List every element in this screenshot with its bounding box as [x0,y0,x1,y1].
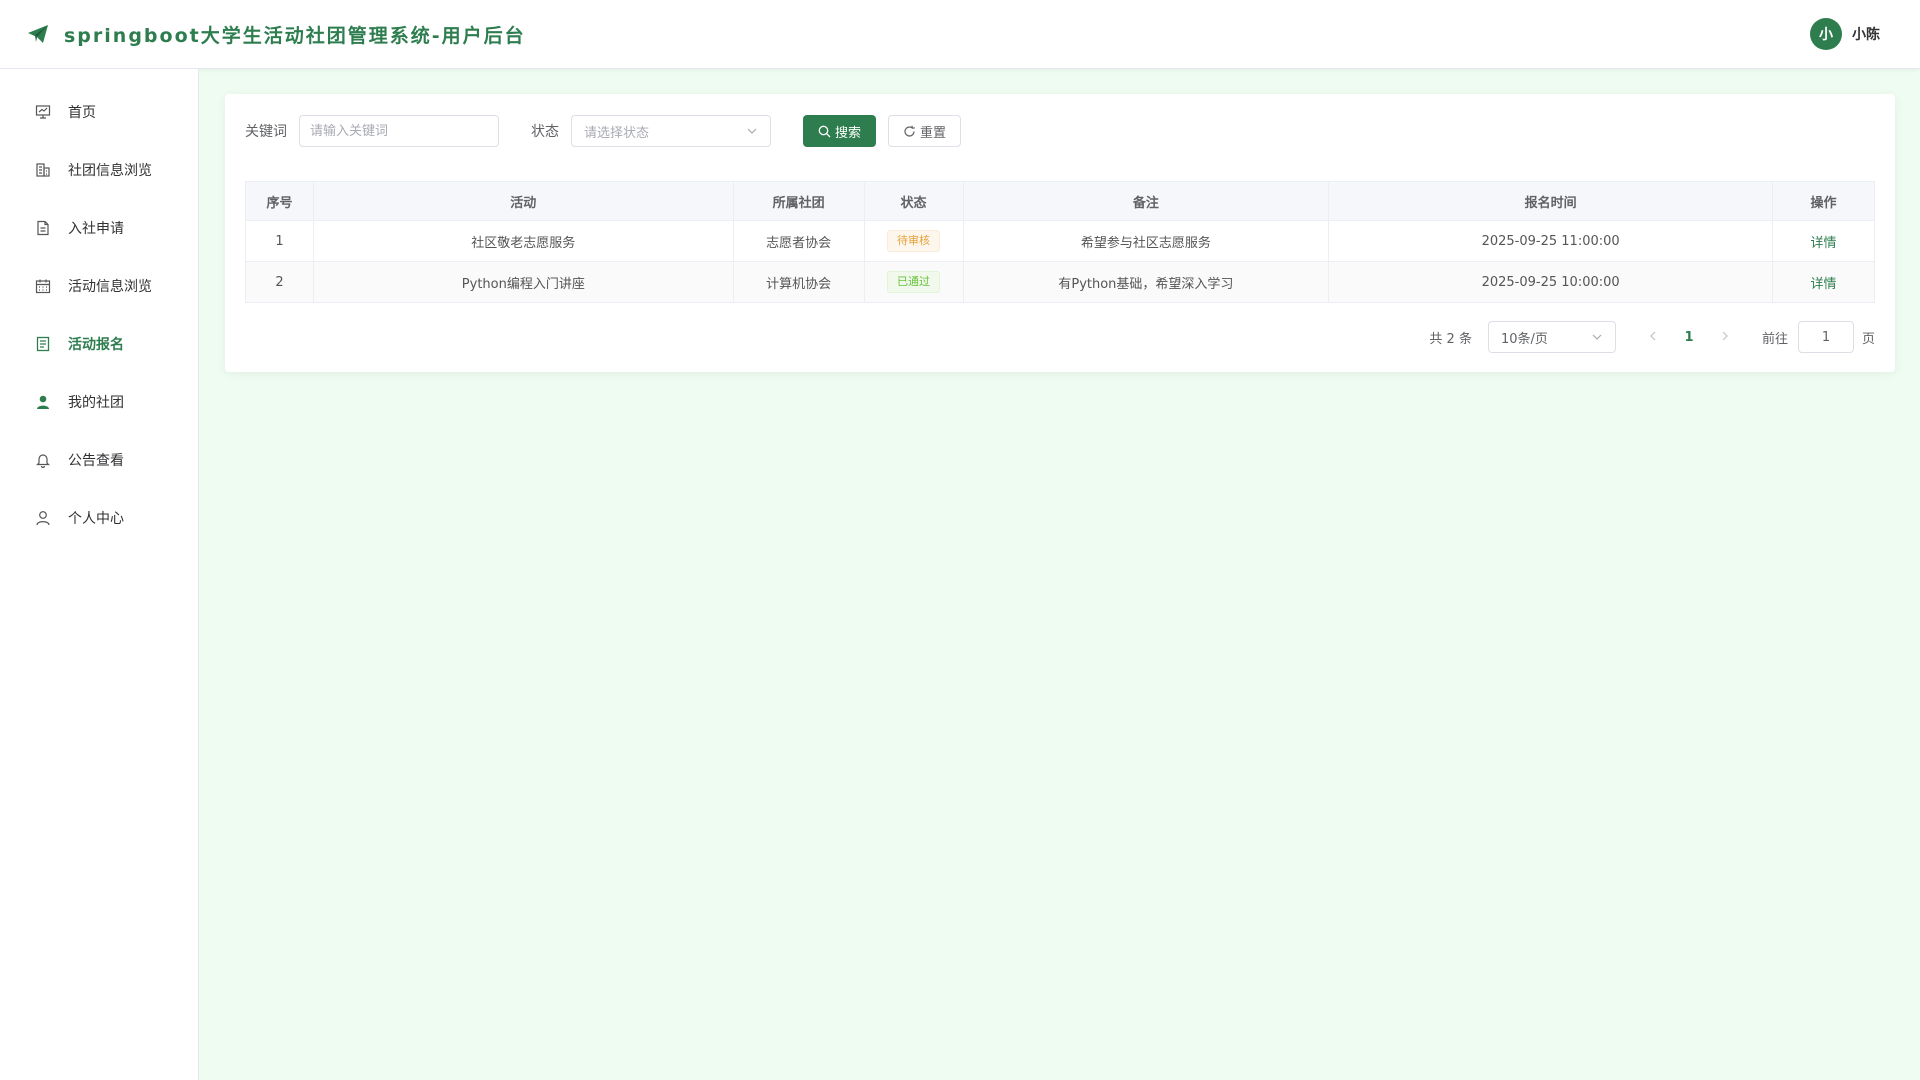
sidebar-item-label: 个人中心 [68,511,124,527]
sidebar-item-label: 活动信息浏览 [68,279,152,295]
cell-activity: Python编程入门讲座 [312,261,734,303]
cell-club: 志愿者协会 [732,220,865,262]
keyword-input[interactable] [299,115,499,147]
cell-action: 详情 [1772,220,1875,262]
bell-icon [34,451,52,469]
detail-link[interactable]: 详情 [1810,236,1836,251]
status-select-placeholder: 请选择状态 [584,125,650,141]
sidebar-item-label: 社团信息浏览 [68,163,152,179]
sidebar-item-home[interactable]: 首页 [0,83,198,141]
search-button-label: 搜索 [835,125,862,141]
column-header: 活动 [312,181,734,221]
cell-action: 详情 [1772,261,1875,303]
user-menu[interactable]: 小 小陈 [1810,18,1880,50]
building-icon [34,161,52,179]
detail-link[interactable]: 详情 [1810,277,1836,292]
table-header-row: 序号 活动 所属社团 状态 备注 报名时间 操作 [245,181,1875,221]
chevron-down-icon [747,128,757,134]
sidebar-item-join-apply[interactable]: 入社申请 [0,199,198,257]
cell-time: 2025-09-25 11:00:00 [1328,220,1773,262]
reset-button[interactable]: 重置 [888,115,962,147]
column-header: 状态 [863,181,964,221]
search-button[interactable]: 搜索 [803,115,877,147]
cell-time: 2025-09-25 10:00:00 [1328,261,1773,303]
table-row: 1 社区敬老志愿服务 志愿者协会 待审核 希望参与社区志愿服务 2025-09-… [245,220,1875,262]
sidebar-item-label: 首页 [68,105,96,121]
reset-button-label: 重置 [920,125,947,141]
sidebar-item-profile[interactable]: 个人中心 [0,489,198,547]
main-card: 关键词 状态 请选择状态 搜索 重置 序号 活动 所属社团 状态 备注 [225,94,1895,372]
cell-status: 待审核 [863,220,964,262]
search-icon [818,125,831,137]
sidebar-item-label: 公告查看 [68,453,124,469]
search-bar: 关键词 状态 请选择状态 搜索 重置 [245,115,962,147]
next-page-button[interactable] [1712,330,1738,345]
sidebar-item-activity-signup[interactable]: 活动报名 [0,315,198,373]
sidebar-item-my-clubs[interactable]: 我的社团 [0,373,198,431]
sidebar-item-club-browse[interactable]: 社团信息浏览 [0,141,198,199]
sidebar-item-notices[interactable]: 公告查看 [0,431,198,489]
column-header: 所属社团 [732,181,865,221]
user-name[interactable]: 小陈 [1852,24,1880,44]
page-suffix: 页 [1861,331,1875,347]
cell-index: 2 [245,261,314,303]
avatar[interactable]: 小 [1810,18,1842,50]
cell-index: 1 [245,220,314,262]
chevron-down-icon [1592,334,1602,340]
cell-club: 计算机协会 [732,261,865,303]
chevron-left-icon [1650,331,1656,340]
sidebar-item-label: 活动报名 [68,337,124,353]
status-select[interactable]: 请选择状态 [571,115,771,147]
pagination: 共 2 条 10条/页 1 前往 页 [1429,321,1875,353]
goto-page-input[interactable] [1797,321,1854,353]
top-header: springboot大学生活动社团管理系统-用户后台 小 小陈 [0,0,1920,69]
chevron-right-icon [1722,331,1728,340]
column-header: 备注 [962,181,1330,221]
sidebar: 首页 社团信息浏览 入社申请 活动信息浏览 活动报名 我的社团 公告查看 个人中… [0,69,199,1080]
page-size-select[interactable]: 10条/页 [1487,321,1616,353]
total-count: 共 2 条 [1429,331,1472,347]
column-header: 操作 [1772,181,1875,221]
sidebar-item-label: 我的社团 [68,395,124,411]
status-label: 状态 [531,124,559,140]
calendar-icon [34,277,52,295]
table-row: 2 Python编程入门讲座 计算机协会 已通过 有Python基础，希望深入学… [245,261,1875,303]
refresh-icon [904,125,915,137]
goto-label: 前往 [1761,331,1788,347]
prev-page-button[interactable] [1640,330,1666,345]
cell-remark: 有Python基础，希望深入学习 [962,261,1330,303]
user-icon [34,509,52,527]
cell-remark: 希望参与社区志愿服务 [962,220,1330,262]
column-header: 序号 [245,181,314,221]
signup-table: 序号 活动 所属社团 状态 备注 报名时间 操作 1 社区敬老志愿服务 志愿者协… [245,181,1875,303]
column-header: 报名时间 [1328,181,1773,221]
sidebar-item-label: 入社申请 [68,221,124,237]
paper-plane-icon [28,25,48,43]
status-badge: 待审核 [887,230,941,252]
sidebar-item-activity-browse[interactable]: 活动信息浏览 [0,257,198,315]
cell-activity: 社区敬老志愿服务 [312,220,734,262]
document-icon [34,219,52,237]
list-document-icon [34,335,52,353]
user-filled-icon [34,393,52,411]
presentation-chart-icon [34,103,52,121]
keyword-label: 关键词 [245,124,287,140]
app-title: springboot大学生活动社团管理系统-用户后台 [64,24,526,47]
page-size-value: 10条/页 [1500,331,1548,347]
cell-status: 已通过 [863,261,964,303]
status-badge: 已通过 [887,271,941,293]
page-number[interactable]: 1 [1676,330,1702,345]
